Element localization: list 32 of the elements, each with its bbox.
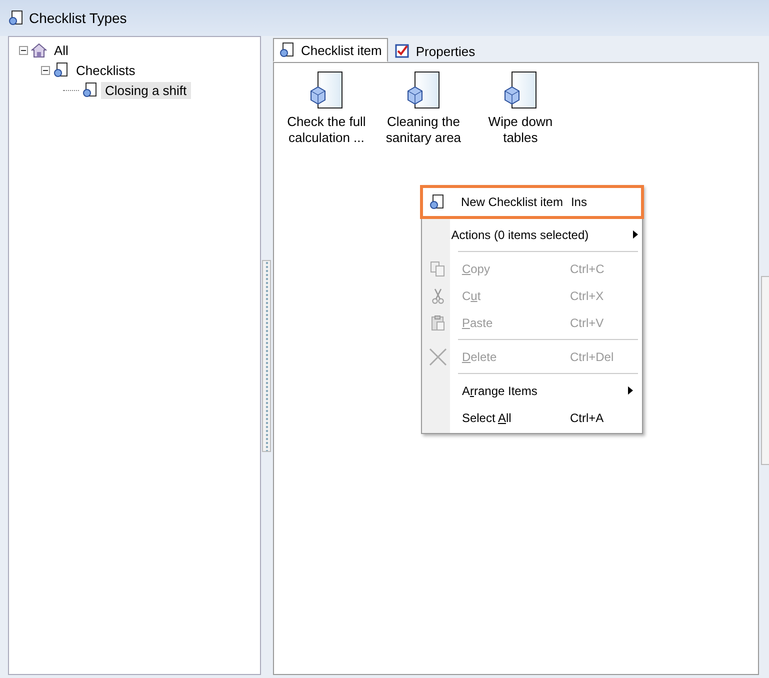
submenu-arrow-icon — [628, 386, 633, 394]
house-icon — [31, 42, 47, 58]
item-label: Wipe down tables — [487, 114, 554, 146]
submenu-arrow-icon — [632, 230, 638, 238]
tree-item[interactable]: All — [50, 42, 72, 58]
item-label: Check the full calculation ... — [286, 114, 367, 146]
collapse-icon[interactable] — [19, 46, 28, 54]
window-title: Checklist Types — [29, 10, 127, 26]
splitter-handle[interactable] — [761, 276, 769, 465]
document-icon[interactable] — [405, 71, 442, 111]
document-icon — [8, 10, 24, 26]
item-label: Cleaning the sanitary area — [384, 114, 462, 146]
document-icon[interactable] — [308, 71, 344, 111]
document-icon[interactable] — [502, 71, 538, 111]
document-icon — [53, 62, 69, 78]
tab[interactable]: Properties — [388, 40, 482, 62]
delete-icon — [428, 346, 448, 366]
tree-item[interactable]: Checklists — [72, 62, 140, 78]
menu-item[interactable]: Actions (0 items selected) — [424, 221, 640, 248]
menu-item[interactable]: Select All Ctrl+A — [424, 404, 640, 431]
copy-icon — [430, 260, 446, 276]
collapse-icon[interactable] — [41, 66, 50, 74]
document-icon — [428, 194, 445, 210]
tree-item[interactable]: Closing a shift — [101, 82, 191, 98]
scissors-icon — [430, 288, 446, 304]
document-icon — [82, 82, 98, 98]
clipboard-icon — [430, 314, 446, 330]
menu-item[interactable]: New Checklist item Ins — [420, 185, 644, 219]
checkbox-icon — [394, 43, 410, 59]
tab[interactable]: Checklist item — [272, 38, 388, 62]
document-icon — [278, 42, 295, 58]
menu-item[interactable]: Arrange Items — [424, 377, 640, 404]
